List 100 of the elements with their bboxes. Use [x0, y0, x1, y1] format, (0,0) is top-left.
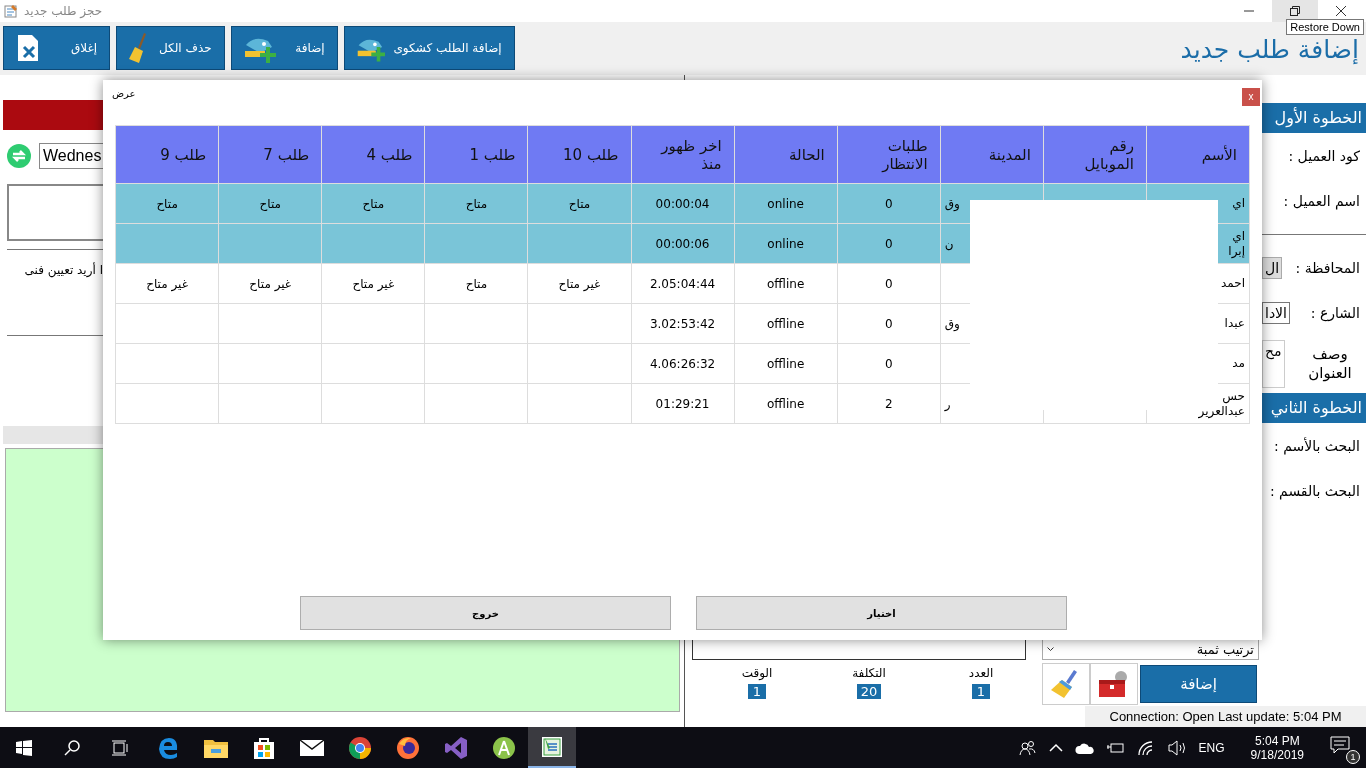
- column-header[interactable]: طلب 10: [527, 125, 632, 184]
- search-icon[interactable]: [63, 738, 81, 757]
- table-cell: متاح: [362, 196, 385, 211]
- counter-value: 1: [748, 684, 766, 699]
- people-icon[interactable]: [1018, 739, 1037, 756]
- notification-badge: 1: [1346, 749, 1360, 764]
- dropdown[interactable]: ال: [1262, 256, 1283, 279]
- table-cell: ر: [944, 396, 951, 411]
- chevron-up-icon[interactable]: [1048, 742, 1063, 753]
- column-header[interactable]: طلب 9: [115, 125, 219, 184]
- volume-icon[interactable]: [1166, 739, 1187, 756]
- table-cell: 01:29:21: [655, 396, 710, 411]
- column-header[interactable]: الحالة: [734, 125, 838, 184]
- app-icon[interactable]: [540, 734, 564, 759]
- toolbar-button[interactable]: إضافة: [230, 26, 338, 70]
- section-header: الخطوة الأول: [1262, 103, 1366, 133]
- counter-label: التكلفة: [852, 666, 886, 680]
- status-bar: Connection: Open Last update: 5:04 PM: [1085, 706, 1366, 727]
- field-label: كود العميل :: [1288, 147, 1360, 164]
- table-cell: وق: [944, 196, 960, 211]
- toolbar-button[interactable]: إغلاق: [3, 26, 110, 70]
- clock-date[interactable]: 9/18/2019: [1250, 747, 1304, 762]
- wifi-icon[interactable]: [1136, 739, 1155, 756]
- table-cell: offline: [767, 276, 805, 291]
- table-cell: 0: [884, 236, 893, 251]
- input-field[interactable]: الادا: [1262, 301, 1290, 324]
- note-text: ا أريد تعيين فنى: [23, 263, 103, 277]
- clock-time[interactable]: 5:04 PM: [1254, 733, 1300, 748]
- table-cell: غير متاح: [146, 276, 188, 291]
- table-cell-text: اي: [1231, 228, 1245, 244]
- column-header[interactable]: المدينة: [940, 125, 1044, 184]
- mail-icon[interactable]: [299, 737, 325, 758]
- table-cell: غير متاح: [352, 276, 395, 291]
- dialog-button[interactable]: خروج: [300, 596, 671, 630]
- restore-icon[interactable]: [1272, 0, 1318, 22]
- counter-value: 20: [856, 684, 882, 699]
- firefox-icon[interactable]: [396, 735, 420, 760]
- dialog-button[interactable]: اختيار: [696, 596, 1067, 630]
- table-cell-text: حس: [1221, 388, 1245, 404]
- language-indicator[interactable]: ENG: [1198, 740, 1225, 755]
- visual-studio-icon[interactable]: [444, 735, 468, 760]
- table-cell: 0: [884, 276, 893, 291]
- column-header[interactable]: طلب 4: [321, 125, 425, 184]
- notepad-icon: [4, 4, 18, 18]
- table-cell: غير متاح: [249, 276, 292, 291]
- tooltip: Restore Down: [1286, 19, 1364, 35]
- table-cell: online: [767, 196, 804, 211]
- toolbar-button[interactable]: حذف الكل: [116, 26, 225, 70]
- table-cell-text: عبدالعزيز: [1197, 403, 1245, 419]
- clear-button[interactable]: [1042, 663, 1090, 705]
- table-cell: 4.06:26:32: [649, 356, 716, 371]
- column-header[interactable]: طلب 1: [424, 125, 528, 184]
- table-cell: 3.02:53:42: [649, 316, 716, 331]
- table-cell: 0: [884, 356, 893, 371]
- table-cell-text: إبرا: [1227, 243, 1245, 259]
- table-cell: غير متاح: [558, 276, 601, 291]
- column-header[interactable]: اخر ظهور منذ: [631, 125, 735, 184]
- table-cell: 00:00:06: [655, 236, 710, 251]
- column-header[interactable]: رقم الموبايل: [1043, 125, 1147, 184]
- counter-value: 1: [972, 684, 990, 699]
- field-label: الشارع :: [1310, 304, 1360, 321]
- toolbar-button[interactable]: إضافة الطلب كشكوى: [343, 26, 515, 70]
- table-cell: 2: [884, 396, 893, 411]
- column-header[interactable]: طلب 7: [218, 125, 322, 184]
- section-header: الخطوة الثاني: [1262, 393, 1366, 423]
- table-cell: متاح: [465, 276, 488, 291]
- input-field[interactable]: مح: [1262, 340, 1285, 388]
- cloud-icon[interactable]: [1074, 741, 1095, 754]
- field-label: البحث بالقسم :: [1269, 482, 1360, 499]
- table-cell: متاح: [156, 196, 178, 211]
- caret-icon: [1047, 647, 1054, 652]
- table-cell-text: احمد: [1220, 276, 1245, 291]
- browser-e-icon[interactable]: [156, 735, 180, 760]
- shopping-bag-icon[interactable]: [252, 735, 276, 760]
- tools-button[interactable]: [1090, 663, 1138, 705]
- column-header[interactable]: طلبات الانتظار: [837, 125, 941, 184]
- counter-label: العدد: [968, 666, 994, 680]
- table-cell: offline: [767, 316, 805, 331]
- field-label: اسم العميل :: [1283, 192, 1360, 209]
- chrome-icon[interactable]: [348, 735, 372, 760]
- field-label: وصف العنوان: [1307, 344, 1353, 384]
- table-cell: 0: [884, 316, 893, 331]
- table-cell: ن: [944, 236, 954, 251]
- table-cell: 0: [884, 196, 893, 211]
- table-cell: online: [767, 236, 804, 251]
- field-label: البحث بالأسم :: [1274, 437, 1360, 454]
- notification-icon[interactable]: [1330, 735, 1350, 754]
- window-title: حجز طلب جديد: [24, 4, 103, 18]
- table-cell-text: عبدا: [1223, 316, 1245, 331]
- column-header[interactable]: الأسم: [1146, 125, 1250, 184]
- windows-icon[interactable]: [16, 739, 32, 756]
- battery-icon[interactable]: [1106, 741, 1125, 754]
- task-view-icon[interactable]: [111, 738, 129, 757]
- add-button[interactable]: إضافة: [1140, 665, 1257, 703]
- android-studio-icon[interactable]: [492, 735, 516, 760]
- table-cell-text: مد: [1231, 356, 1245, 371]
- dialog-title: عرض: [112, 88, 136, 99]
- page-title: إضافة طلب جديد: [1180, 35, 1359, 65]
- table-cell: offline: [767, 396, 805, 411]
- close-button[interactable]: x: [1242, 88, 1260, 106]
